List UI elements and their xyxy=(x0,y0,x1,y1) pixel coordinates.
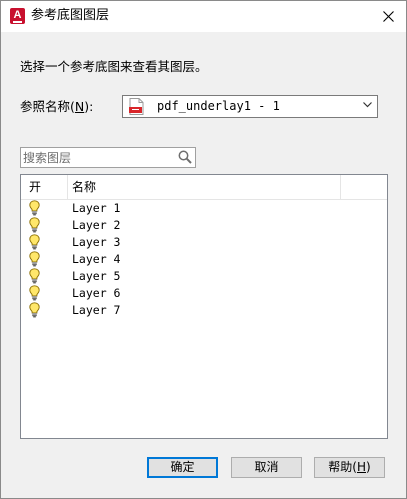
layer-name: Layer 3 xyxy=(72,235,121,249)
reference-selected-value: pdf_underlay1 - 1 xyxy=(157,99,280,113)
instruction-text: 选择一个参考底图来查看其图层。 xyxy=(20,59,208,74)
layer-row[interactable]: Layer 3 xyxy=(21,234,387,251)
chevron-down-icon xyxy=(363,102,372,108)
cancel-button[interactable]: 取消 xyxy=(231,457,302,478)
layer-name: Layer 5 xyxy=(72,269,121,283)
layer-search-box xyxy=(20,147,196,168)
layer-name: Layer 6 xyxy=(72,286,121,300)
autocad-app-icon: A xyxy=(10,8,25,24)
layer-row[interactable]: Layer 6 xyxy=(21,285,387,302)
layer-row[interactable]: Layer 1 xyxy=(21,200,387,217)
layer-name: Layer 7 xyxy=(72,303,121,317)
reference-name-dropdown[interactable]: pdf_underlay1 - 1 xyxy=(122,95,378,118)
layer-name: Layer 2 xyxy=(72,218,121,232)
close-button[interactable] xyxy=(371,1,406,32)
layer-row[interactable]: Layer 2 xyxy=(21,217,387,234)
search-icon[interactable] xyxy=(178,150,192,164)
dialog-title: 参考底图图层 xyxy=(31,8,110,23)
ok-button[interactable]: 确定 xyxy=(147,457,218,478)
layer-list[interactable]: 开 名称 Layer 1 Layer 2 Layer 3 Layer 4 Layer 5… xyxy=(20,174,388,439)
layer-row[interactable]: Layer 5 xyxy=(21,268,387,285)
layer-name: Layer 1 xyxy=(72,201,121,215)
close-icon xyxy=(383,11,394,22)
layer-dialog: A 参考底图图层 选择一个参考底图来查看其图层。 参照名称(N): pdf_un… xyxy=(0,0,407,499)
layer-row[interactable]: Layer 7 xyxy=(21,302,387,319)
lightbulb-on-icon[interactable] xyxy=(29,302,40,321)
help-button[interactable]: 帮助(H) xyxy=(314,457,385,478)
title-bar: A 参考底图图层 xyxy=(1,1,406,32)
column-header-on[interactable]: 开 xyxy=(29,180,41,194)
pdf-file-icon xyxy=(129,98,144,115)
layer-row[interactable]: Layer 4 xyxy=(21,251,387,268)
reference-name-label: 参照名称(N): xyxy=(20,99,94,114)
column-divider[interactable] xyxy=(340,175,341,199)
layer-list-header: 开 名称 xyxy=(21,175,387,200)
column-divider[interactable] xyxy=(67,175,68,199)
layer-name: Layer 4 xyxy=(72,252,121,266)
layer-search-input[interactable] xyxy=(23,149,173,166)
column-header-name[interactable]: 名称 xyxy=(72,180,96,194)
